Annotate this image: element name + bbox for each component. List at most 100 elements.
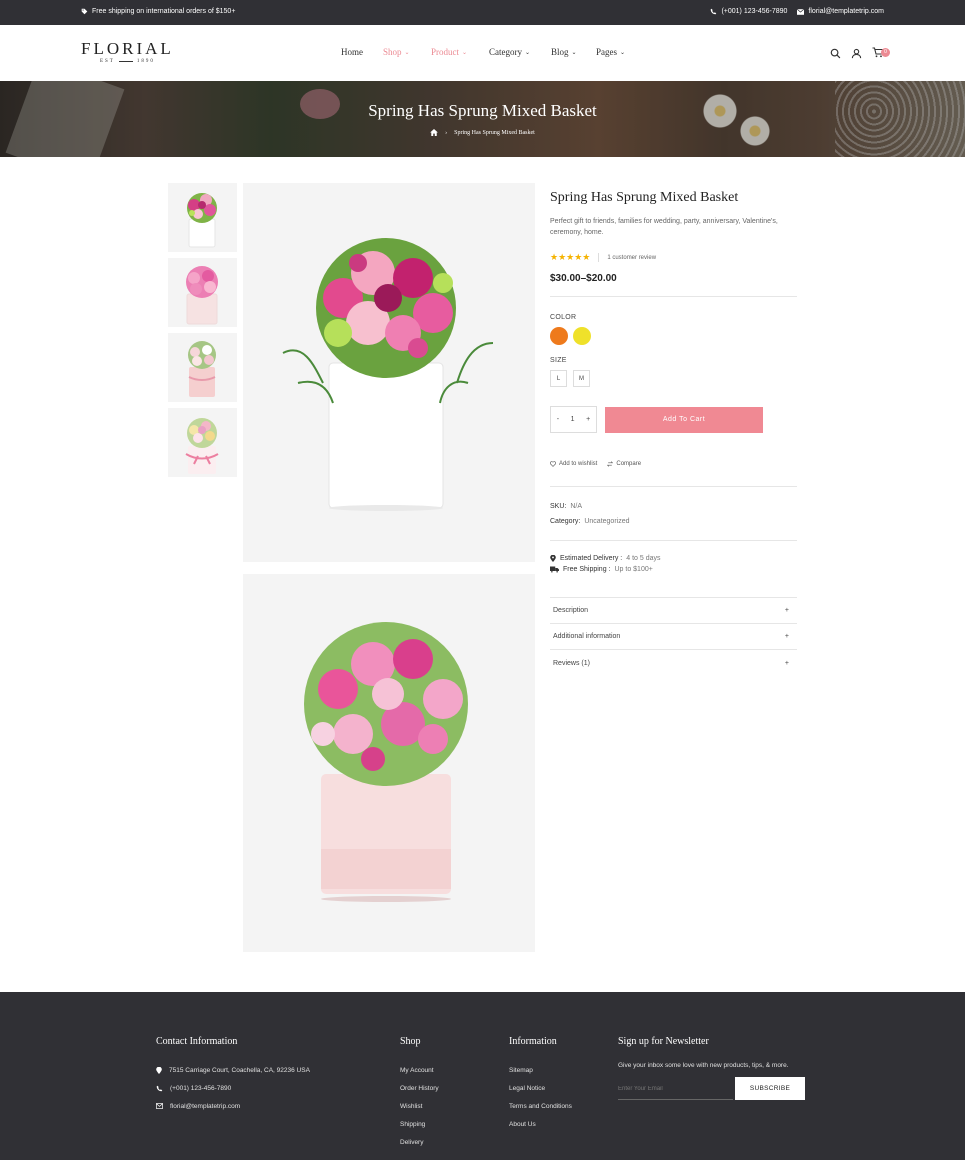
- phone-icon: [711, 8, 717, 15]
- nav-blog-label: Blog: [551, 47, 569, 57]
- accordion-label: Additional information: [553, 633, 621, 640]
- breadcrumb-current: Spring Has Sprung Mixed Basket: [454, 129, 535, 136]
- address-text: 7515 Carriage Court, Coachella, CA, 9223…: [169, 1066, 310, 1074]
- shipping-row: Free Shipping : Up to $100+: [550, 566, 797, 573]
- quantity-stepper: - 1 +: [550, 406, 597, 433]
- product-thumbnail[interactable]: [168, 408, 237, 477]
- product-description: Perfect gift to friends, families for we…: [550, 218, 778, 236]
- star-rating-icon: ★★★★★: [550, 252, 591, 262]
- qty-minus-button[interactable]: -: [557, 416, 559, 423]
- footer-link[interactable]: About Us: [509, 1115, 572, 1133]
- footer-link[interactable]: Wishlist: [400, 1097, 439, 1115]
- email-text: florial@templatetrip.com: [808, 8, 884, 15]
- add-to-cart-button[interactable]: Add To Cart: [605, 406, 763, 433]
- footer-shop: Shop My Account Order History Wishlist S…: [400, 1036, 439, 1151]
- size-option-m[interactable]: M: [573, 370, 590, 387]
- sku-row: SKU: N/A: [550, 503, 797, 510]
- breadcrumb: › Spring Has Sprung Mixed Basket: [0, 129, 965, 136]
- nav-product[interactable]: Product ⌄: [431, 47, 489, 57]
- product-thumbnail[interactable]: [168, 183, 237, 252]
- nav-shop-label: Shop: [383, 47, 402, 57]
- newsletter-email-input[interactable]: [618, 1078, 733, 1100]
- site-header: FLORIAL EST 1890 Home Shop ⌄ Product ⌄ C…: [0, 25, 965, 81]
- truck-icon: [550, 566, 559, 573]
- logo[interactable]: FLORIAL EST 1890: [81, 40, 174, 64]
- product-thumbnail[interactable]: [168, 258, 237, 327]
- promo-text: Free shipping on international orders of…: [92, 8, 236, 15]
- nav-home[interactable]: Home: [341, 47, 383, 57]
- product-thumbnail[interactable]: [168, 333, 237, 402]
- compare-label: Compare: [616, 461, 642, 467]
- footer-email[interactable]: florial@templatetrip.com: [156, 1097, 310, 1115]
- footer-link[interactable]: Delivery: [400, 1133, 439, 1151]
- phone-link[interactable]: (+001) 123-456-7890: [710, 8, 787, 15]
- add-to-cart-row: - 1 + Add To Cart: [550, 406, 797, 433]
- nav-shop[interactable]: Shop ⌄: [383, 47, 431, 57]
- nav-pages[interactable]: Pages ⌄: [596, 47, 636, 57]
- footer-phone[interactable]: (+001) 123-456-7890: [156, 1079, 310, 1097]
- footer-link[interactable]: Legal Notice: [509, 1079, 572, 1097]
- accordion-reviews[interactable]: Reviews (1) +: [550, 650, 797, 676]
- delivery-value: 4 to 5 days: [626, 555, 661, 562]
- sku-value: N/A: [570, 503, 583, 510]
- color-swatches: [550, 327, 797, 345]
- accordion-description[interactable]: Description +: [550, 598, 797, 624]
- footer-link[interactable]: Sitemap: [509, 1061, 572, 1079]
- product-main-image[interactable]: [243, 183, 535, 562]
- qty-plus-button[interactable]: +: [586, 416, 590, 423]
- subscribe-button[interactable]: SUBSCRIBE: [735, 1077, 805, 1100]
- footer-link[interactable]: My Account: [400, 1061, 439, 1079]
- category-link[interactable]: Uncategorized: [584, 518, 629, 525]
- size-option-l[interactable]: L: [550, 370, 567, 387]
- email-text: florial@templatetrip.com: [170, 1102, 241, 1110]
- qty-value[interactable]: 1: [571, 416, 575, 423]
- user-icon[interactable]: [851, 48, 862, 59]
- search-icon[interactable]: [830, 48, 841, 59]
- chevron-down-icon: ⌄: [404, 49, 410, 56]
- delivery-label: Estimated Delivery :: [560, 555, 623, 562]
- review-link[interactable]: 1 customer review: [607, 255, 656, 261]
- location-pin-icon: [156, 1066, 162, 1074]
- size-options: L M: [550, 370, 797, 387]
- cart-button[interactable]: 0: [872, 47, 890, 60]
- footer-heading: Sign up for Newsletter: [618, 1036, 709, 1047]
- product-main-image[interactable]: [243, 574, 535, 952]
- email-link[interactable]: florial@templatetrip.com: [797, 8, 884, 15]
- footer-link[interactable]: Terms and Conditions: [509, 1097, 572, 1115]
- phone-text: (+001) 123-456-7890: [721, 8, 788, 15]
- newsletter-form: SUBSCRIBE: [618, 1077, 805, 1100]
- breadcrumb-separator-icon: ›: [445, 129, 448, 136]
- nav-category[interactable]: Category ⌄: [489, 47, 551, 57]
- bouquet-image: [186, 266, 218, 325]
- rating-divider: [598, 253, 600, 262]
- shipping-label: Free Shipping :: [563, 566, 611, 573]
- phone-text: (+001) 123-456-7890: [170, 1084, 232, 1092]
- color-swatch-yellow[interactable]: [573, 327, 591, 345]
- tag-icon: [81, 8, 88, 15]
- wishlist-label: Add to wishlist: [559, 461, 598, 467]
- bouquet-image: [282, 238, 494, 511]
- compare-link[interactable]: Compare: [607, 461, 641, 467]
- main-nav: Home Shop ⌄ Product ⌄ Category ⌄ Blog ⌄ …: [341, 47, 636, 57]
- chevron-down-icon: ⌄: [462, 49, 468, 56]
- nav-blog[interactable]: Blog ⌄: [551, 47, 596, 57]
- product-rating: ★★★★★ 1 customer review: [550, 252, 797, 263]
- divider: [550, 486, 797, 487]
- nav-product-label: Product: [431, 47, 459, 57]
- home-icon[interactable]: [430, 129, 439, 136]
- product-thumbnails: [168, 183, 238, 483]
- footer-link[interactable]: Shipping: [400, 1115, 439, 1133]
- page-banner: Spring Has Sprung Mixed Basket › Spring …: [0, 81, 965, 157]
- footer-newsletter: Sign up for Newsletter Give your inbox s…: [618, 1036, 805, 1100]
- page-title: Spring Has Sprung Mixed Basket: [368, 101, 597, 120]
- product-price: $30.00–$20.00: [550, 273, 617, 284]
- mail-icon: [156, 1103, 163, 1109]
- footer-heading: Contact Information: [156, 1036, 238, 1047]
- accordion-additional-info[interactable]: Additional information +: [550, 624, 797, 650]
- delivery-row: Estimated Delivery :4 to 5 days: [550, 555, 797, 562]
- color-swatch-orange[interactable]: [550, 327, 568, 345]
- location-pin-icon: [550, 555, 556, 562]
- footer-link[interactable]: Order History: [400, 1079, 439, 1097]
- wishlist-link[interactable]: Add to wishlist: [550, 461, 597, 467]
- newsletter-text: Give your inbox some love with new produ…: [618, 1062, 789, 1069]
